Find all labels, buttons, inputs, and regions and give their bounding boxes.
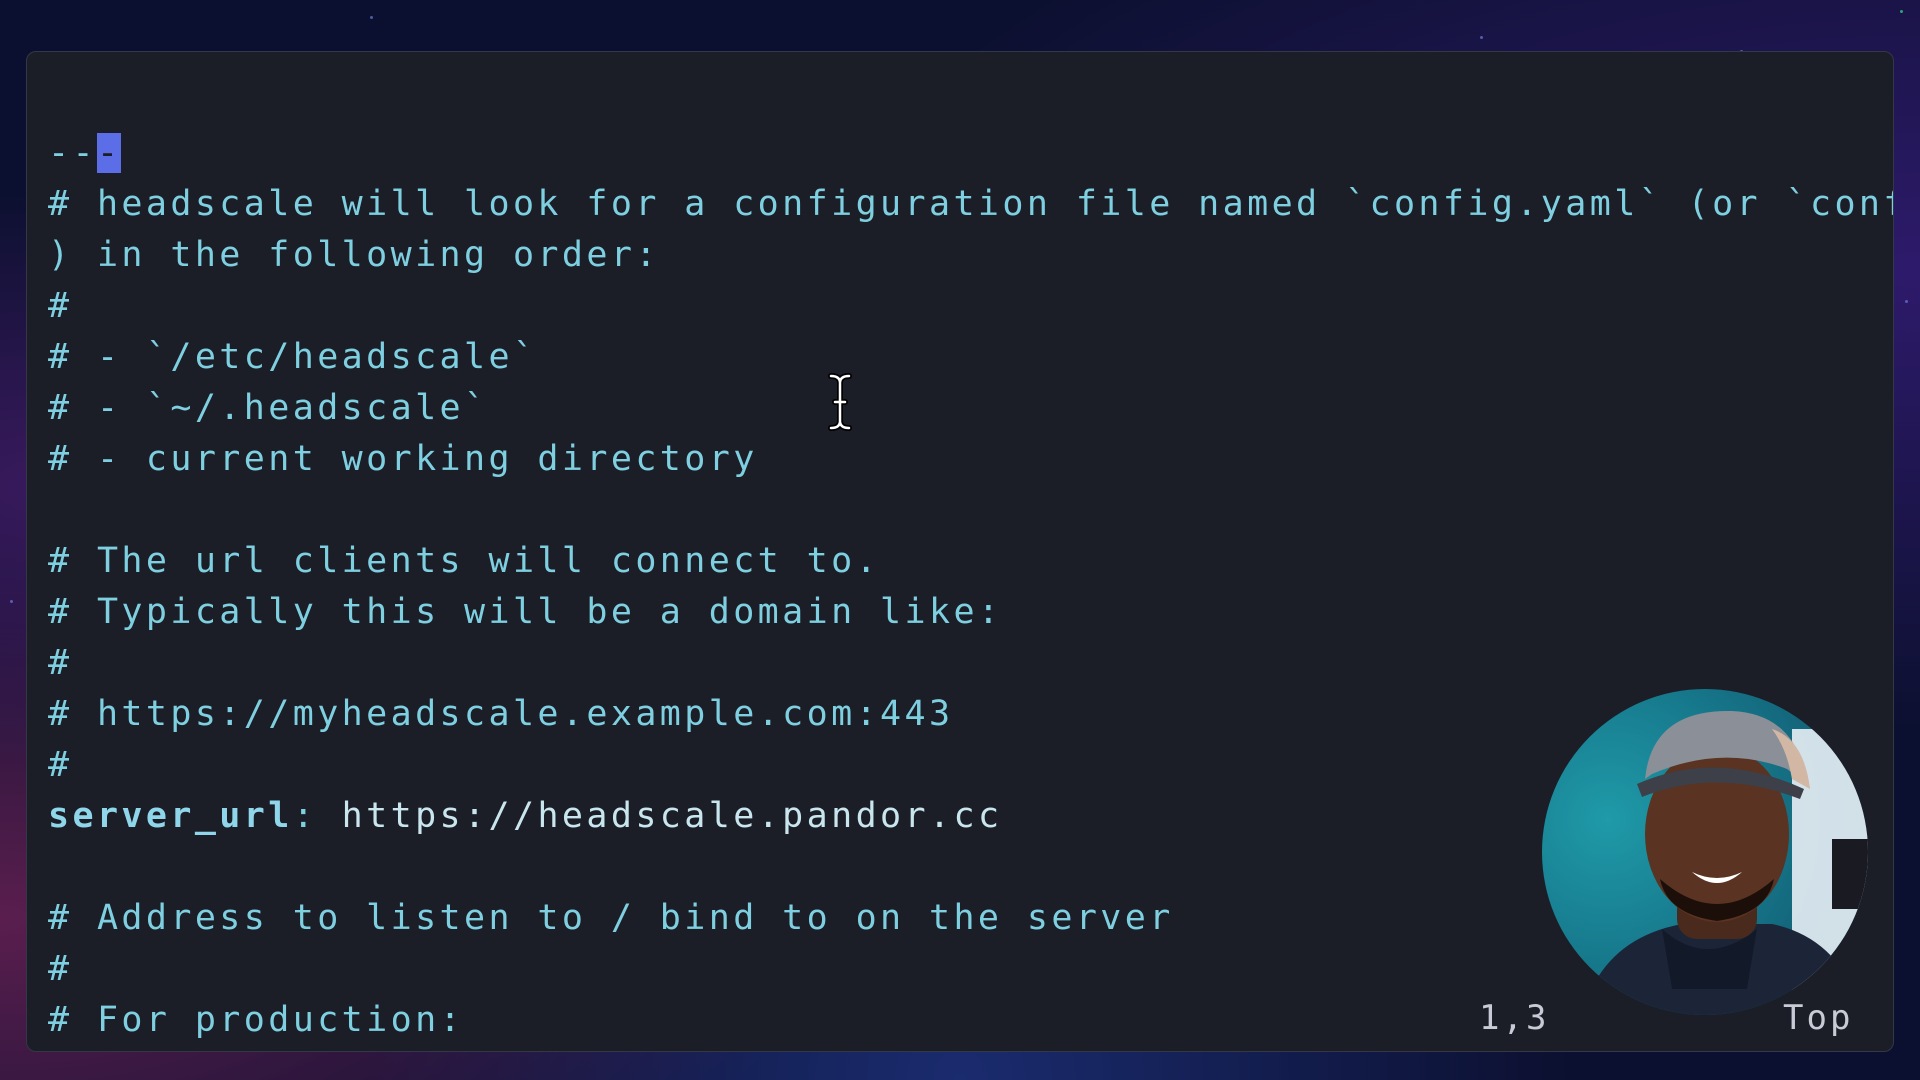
editor-line[interactable]: # https://myheadscale.example.com:443 [48, 689, 953, 740]
yaml-separator: : [292, 796, 342, 836]
background-star [1900, 10, 1903, 13]
editor-line[interactable]: # [48, 281, 72, 332]
background-star [10, 600, 13, 603]
line-text: -- [48, 133, 97, 173]
editor-line-1[interactable]: --- [48, 128, 122, 179]
background-star [370, 16, 373, 19]
yaml-key: server_url [48, 796, 293, 836]
presenter-webcam-overlay [1542, 689, 1868, 1015]
server-url-line[interactable]: server_url: https://headscale.pandor.cc [48, 791, 1002, 842]
background-star [1480, 36, 1483, 39]
text-cursor: - [96, 133, 122, 173]
editor-line[interactable]: # [48, 740, 72, 791]
presenter-avatar-icon [1582, 710, 1868, 1015]
cursor-position: 1,3 [1479, 998, 1550, 1038]
editor-line[interactable]: # headscale will look for a configuratio… [48, 179, 1893, 230]
yaml-value: https://headscale.pandor.cc [341, 796, 1003, 836]
editor-line[interactable]: # For production: [48, 995, 464, 1046]
editor-line[interactable]: # - `~/.headscale` [48, 383, 489, 434]
scroll-position: Top [1783, 998, 1854, 1038]
editor-line[interactable]: # - `/etc/headscale` [48, 332, 537, 383]
text-ibeam-icon [828, 373, 852, 431]
background-star [1905, 300, 1908, 303]
editor-line[interactable]: # - current working directory [48, 434, 758, 485]
editor-line[interactable]: ) in the following order: [48, 230, 660, 281]
editor-line[interactable]: # Address to listen to / bind to on the … [48, 893, 1174, 944]
editor-line[interactable]: # [48, 638, 72, 689]
editor-line[interactable]: # [48, 944, 72, 995]
editor-line[interactable]: # Typically this will be a domain like: [48, 587, 1002, 638]
editor-line[interactable]: # The url clients will connect to. [48, 536, 880, 587]
